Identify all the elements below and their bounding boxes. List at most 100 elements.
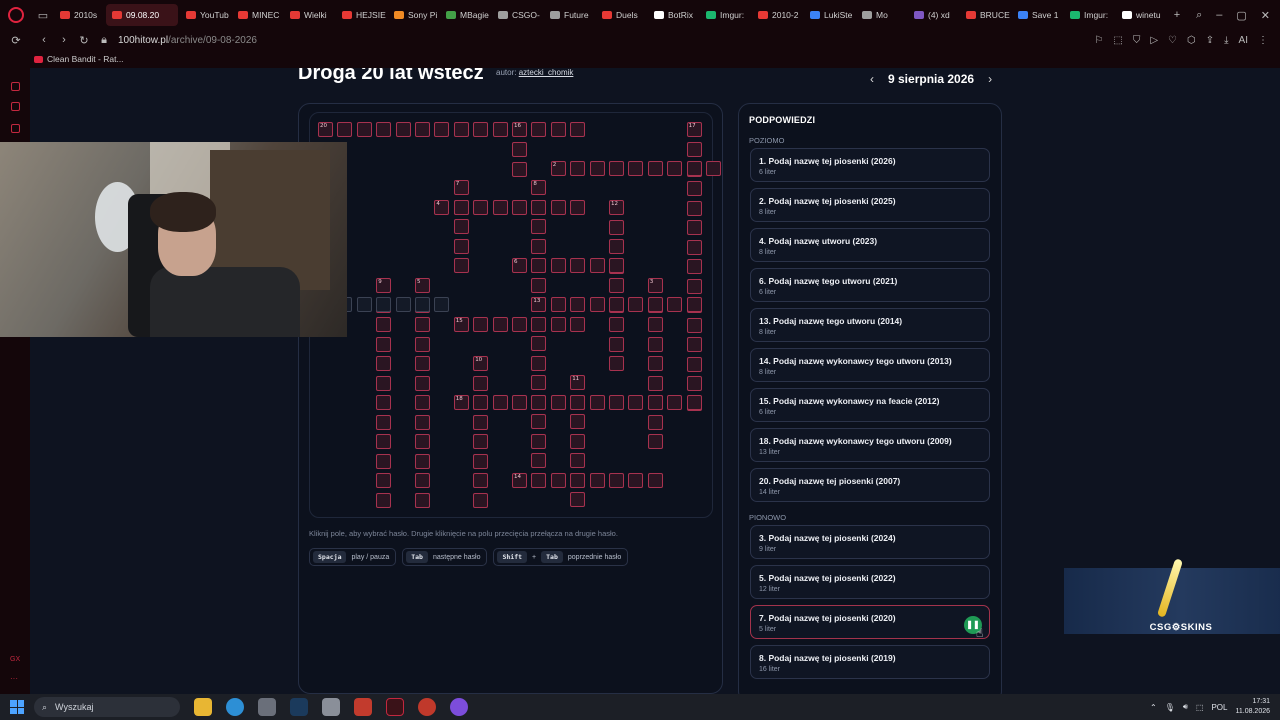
crossword-cell[interactable] [415, 297, 430, 312]
pinboard-icon[interactable] [11, 124, 20, 133]
browser-tab[interactable]: YouTub [180, 4, 230, 26]
crossword-cell[interactable] [434, 297, 450, 312]
menu-icon[interactable]: ⋮ [1258, 35, 1268, 46]
reload-icon[interactable]: ↻ [74, 34, 94, 47]
close-icon[interactable]: ✕ [1261, 9, 1270, 22]
crossword-cell[interactable] [686, 356, 702, 372]
crossword-cell[interactable] [473, 200, 489, 215]
crossword-cell[interactable] [570, 122, 586, 137]
clue-item[interactable]: 2. Podaj nazwę tej piosenki (2025) 8 lite… [750, 188, 990, 222]
crossword-cell[interactable] [395, 122, 411, 137]
crossword-cell[interactable] [550, 200, 566, 215]
brave-icon[interactable] [354, 698, 372, 716]
crossword-cell[interactable] [609, 473, 624, 488]
crossword-cell[interactable] [686, 395, 702, 410]
crossword-cell[interactable] [589, 258, 605, 273]
clue-item[interactable]: 1. Podaj nazwę tej piosenki (2026) 6 lite… [750, 148, 990, 182]
opera-gx-icon[interactable] [386, 698, 404, 716]
tray-chevron-icon[interactable]: ⌃ [1150, 703, 1157, 712]
minimize-icon[interactable]: – [1216, 9, 1222, 22]
crossword-cell[interactable] [609, 258, 624, 273]
crossword-cell[interactable] [550, 122, 566, 137]
crossword-cell[interactable] [415, 375, 430, 391]
extensions-icon[interactable]: ⬡ [1187, 35, 1196, 46]
crossword-cell[interactable] [531, 238, 547, 254]
crossword-cell[interactable] [531, 219, 547, 234]
clue-item[interactable]: 3. Podaj nazwę tej piosenki (2024) 9 lite… [750, 525, 990, 559]
browser-tab[interactable]: 2010-2 [752, 4, 802, 26]
app-icon[interactable] [258, 698, 276, 716]
crossword-cell[interactable] [570, 473, 586, 488]
crossword-cell[interactable] [531, 473, 547, 488]
crossword-cell[interactable] [473, 375, 489, 391]
crossword-cell[interactable] [376, 492, 392, 508]
crossword-cell[interactable] [647, 297, 663, 312]
snapshot-icon[interactable]: ⬚ [1113, 35, 1122, 46]
browser-tab[interactable]: LukiSte [804, 4, 854, 26]
heart-icon[interactable]: ♡ [1168, 35, 1177, 46]
crossword-cell[interactable] [647, 395, 663, 410]
crossword-cell[interactable] [628, 161, 644, 176]
browser-tab[interactable]: Mo [856, 4, 906, 26]
crossword-cell[interactable] [589, 297, 605, 312]
crossword-cell[interactable] [415, 395, 430, 410]
crossword-cell[interactable] [647, 414, 663, 430]
clue-item[interactable]: 14. Podaj nazwę wykonawcy tego utworu (2… [750, 348, 990, 382]
crossword-cell[interactable] [667, 161, 683, 176]
crossword-cell[interactable] [337, 122, 353, 137]
crossword-cell[interactable] [686, 278, 702, 294]
crossword-cell[interactable] [570, 258, 586, 273]
clue-item[interactable]: 15. Podaj nazwę wykonawcy na feacie (201… [750, 388, 990, 422]
crossword-cell[interactable] [531, 355, 547, 371]
crossword-cell[interactable] [512, 317, 527, 332]
crossword-cell[interactable] [531, 258, 547, 273]
crossword-cell[interactable] [570, 433, 586, 449]
crossword-cell[interactable] [686, 337, 702, 352]
crossword-cell[interactable] [570, 317, 586, 332]
crossword-cell[interactable] [609, 356, 624, 371]
crossword-cell[interactable] [512, 161, 527, 177]
browser-tab[interactable]: BotRix [648, 4, 698, 26]
browser-tab[interactable]: MBagie [440, 4, 490, 26]
crossword-cell[interactable] [609, 336, 624, 352]
lang-indicator[interactable]: POL [1211, 703, 1227, 712]
messenger-icon[interactable] [11, 102, 20, 111]
crossword-cell[interactable] [415, 414, 430, 430]
crossword-cell[interactable] [570, 200, 586, 215]
crossword-cell[interactable] [686, 259, 702, 274]
share-icon[interactable]: ⇪ [1206, 35, 1214, 46]
new-tab-icon[interactable]: + [1166, 9, 1188, 21]
crossword-cell[interactable] [376, 375, 392, 391]
clock[interactable]: 17:31 11.08.2026 [1235, 697, 1270, 717]
volume-icon[interactable]: 🔊︎ [1183, 702, 1188, 712]
crossword-cell[interactable] [550, 258, 566, 273]
crossword-cell[interactable] [589, 161, 605, 176]
crossword-cell[interactable] [473, 492, 489, 508]
clue-item[interactable]: 5. Podaj nazwę tej piosenki (2022) 12 lit… [750, 565, 990, 599]
clue-item[interactable]: 18. Podaj nazwę wykonawcy tego utworu (2… [750, 428, 990, 462]
crossword-cell[interactable] [550, 297, 566, 312]
browser-tab[interactable]: Duels [596, 4, 646, 26]
tab-overview-icon[interactable]: ▭ [32, 9, 54, 22]
crossword-cell[interactable] [531, 414, 547, 429]
crossword-cell[interactable] [376, 453, 392, 469]
crossword-cell[interactable] [686, 142, 702, 157]
crossword-cell[interactable] [609, 278, 624, 293]
clue-item[interactable]: 13. Podaj nazwę tego utworu (2014) 8 lite… [750, 308, 990, 342]
crossword-cell[interactable] [589, 395, 605, 410]
crossword-cell[interactable] [609, 317, 624, 332]
crossword-cell[interactable] [628, 473, 644, 488]
bookmark-item[interactable]: Clean Bandit - Rat... [47, 54, 124, 64]
crossword-cell[interactable] [473, 434, 489, 449]
obs-icon[interactable] [450, 698, 468, 716]
clue-item[interactable]: 4. Podaj nazwę utworu (2023) 8 liter [750, 228, 990, 262]
browser-tab[interactable]: 09.08.20 [106, 4, 178, 26]
crossword-cell[interactable] [531, 453, 547, 468]
shield-icon[interactable]: ⛉ [1133, 35, 1141, 46]
crossword-cell[interactable] [531, 199, 547, 215]
crossword-cell[interactable] [686, 181, 702, 196]
crossword-cell[interactable] [531, 336, 547, 351]
crossword-cell[interactable] [356, 122, 372, 137]
crossword-cell[interactable] [415, 434, 430, 449]
crossword-cell[interactable] [473, 395, 489, 410]
